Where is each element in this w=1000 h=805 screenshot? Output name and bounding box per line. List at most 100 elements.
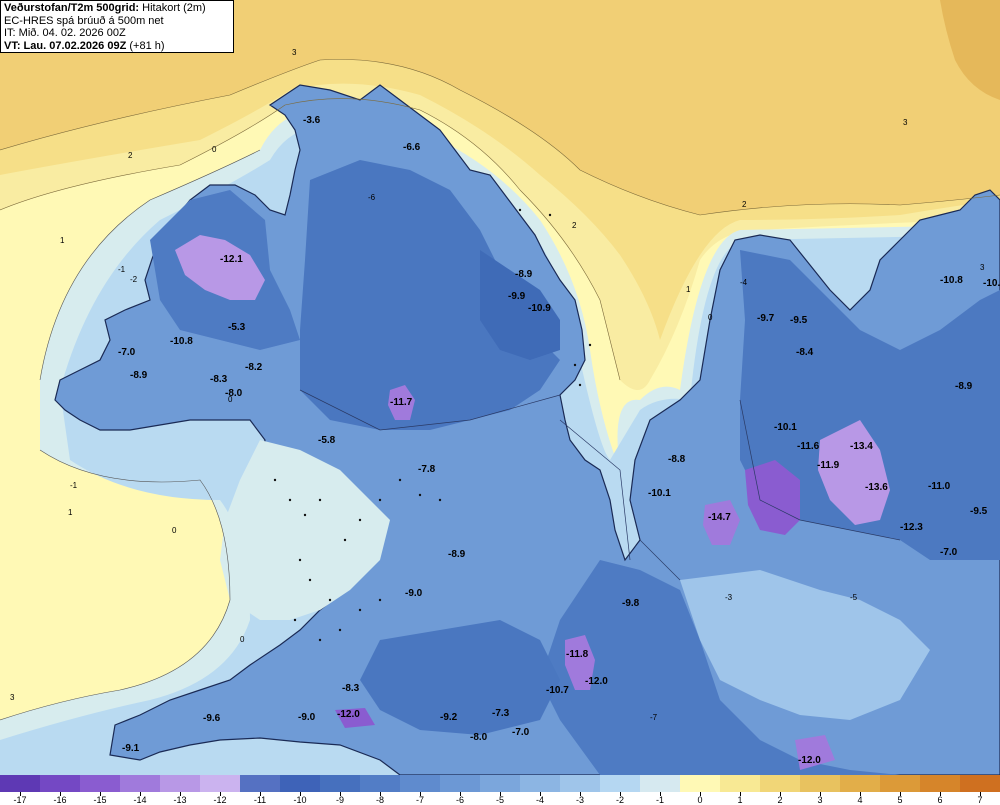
legend-label: -12 [213,795,227,805]
legend-swatch [40,775,80,792]
map-value-label: -10.7 [983,278,1000,289]
legend-swatch [680,775,720,792]
map-value-label: -12.1 [220,254,243,265]
map-value-label: -11.6 [797,441,820,452]
map-value-label: -13.4 [850,441,873,452]
contour-label: 3 [980,263,985,272]
map-value-label: -10.1 [648,488,671,499]
legend-label: -9 [335,795,344,805]
contour-label: 0 [212,145,217,154]
contour-label: 2 [128,151,133,160]
contour-label: -4 [740,278,748,287]
contour-label: -5 [850,593,858,602]
map-value-label: -12.0 [585,676,608,687]
map-value-label: -9.8 [622,598,640,609]
header-init-time: IT: Mið. 04. 02. 2026 00Z [4,27,126,39]
map-value-label: -10.8 [940,275,963,286]
legend-label: 4 [857,795,863,805]
map-value-label: -10.9 [528,303,551,314]
map-value-label: -9.6 [203,713,221,724]
color-legend: -17 -16 -15 -14 -13 -12 -11 -10 -9 -8 -7 -6 -5 -4 -3 -2… [0,775,1000,805]
contour-label: -3 [725,593,733,602]
map-value-label: -9.2 [440,712,458,723]
contour-label: -1 [70,481,78,490]
legend-label: -5 [495,795,504,805]
contour-label: 1 [686,285,691,294]
contour-label: 3 [903,118,908,127]
legend-swatch [960,775,1000,792]
contour-label: -6 [368,193,376,202]
map-value-label: -7.0 [512,727,530,738]
legend-label: 6 [937,795,943,805]
map-value-label: -7.0 [940,547,958,558]
header-lead-time: (+81 h) [129,39,165,52]
header-title: Veðurstofan/T2m 500grid: [4,2,140,14]
temperature-map: -3.6 -6.6 -12.1 -5.3 -10.8 -7.0 -8.9 -8.3 -8.2 -8… [0,0,1000,775]
map-value-label: -6.6 [403,142,421,153]
contour-label: 0 [708,313,713,322]
legend-swatch [640,775,680,792]
legend-swatch [600,775,640,792]
map-value-label: -12.0 [798,755,821,766]
map-value-label: -10.8 [170,336,193,347]
map-value-label: -5.3 [228,322,246,333]
legend-swatch [920,775,960,792]
map-value-label: -14.7 [708,512,731,523]
map-value-label: -9.7 [757,313,775,324]
legend-label: -8 [375,795,384,805]
legend-swatch [760,775,800,792]
legend-label: 5 [897,795,903,805]
legend-swatch [360,775,400,792]
map-value-label: -8.9 [448,549,466,560]
map-header: Veðurstofan/T2m 500grid: Hitakort (2m) E… [0,0,234,53]
legend-label: -15 [93,795,107,805]
legend-label: -7 [415,795,424,805]
map-value-label: -11.0 [928,481,951,492]
map-value-label: -11.9 [817,460,840,471]
legend-swatch [200,775,240,792]
map-value-label: -8.9 [515,269,533,280]
contour-label: 2 [742,200,747,209]
legend-swatch [880,775,920,792]
legend-swatch [320,775,360,792]
legend-label: -11 [253,795,267,805]
map-value-label: -8.9 [130,370,148,381]
legend-label: -13 [173,795,187,805]
legend-swatch [160,775,200,792]
legend-label: -1 [655,795,664,805]
map-value-label: -7.0 [118,347,136,358]
map-value-label: -9.1 [122,743,140,754]
map-value-label: -10.7 [546,685,569,696]
legend-swatch [240,775,280,792]
legend-swatch [120,775,160,792]
header-title-rest: Hitakort (2m) [142,2,206,14]
legend-swatch [840,775,880,792]
header-valid-time: VT: Lau. 07.02.2026 09Z [4,39,127,52]
legend-label: -16 [53,795,67,805]
legend-swatch [720,775,760,792]
contour-label: 3 [292,48,297,57]
legend-label: -17 [13,795,27,805]
map-value-label: -9.5 [970,506,988,517]
legend-swatch [80,775,120,792]
map-value-label: -12.3 [900,522,923,533]
legend-label: -10 [293,795,307,805]
map-value-label: -8.3 [342,683,360,694]
map-value-label: -8.8 [668,454,686,465]
legend-swatch [520,775,560,792]
map-value-label: -11.7 [390,397,413,408]
legend-label: -14 [133,795,147,805]
legend-swatch [400,775,440,792]
legend-swatch [280,775,320,792]
map-value-label: -7.8 [418,464,436,475]
map-value-label: -9.0 [298,712,316,723]
legend-label: 2 [777,795,783,805]
map-value-label: -3.6 [303,115,321,126]
map-value-label: -9.5 [790,315,808,326]
legend-swatch [560,775,600,792]
contour-label: -2 [130,275,138,284]
contour-label: 3 [10,693,15,702]
contour-label: 1 [68,508,73,517]
map-value-label: -8.9 [955,381,973,392]
map-value-label: -8.0 [470,732,488,743]
